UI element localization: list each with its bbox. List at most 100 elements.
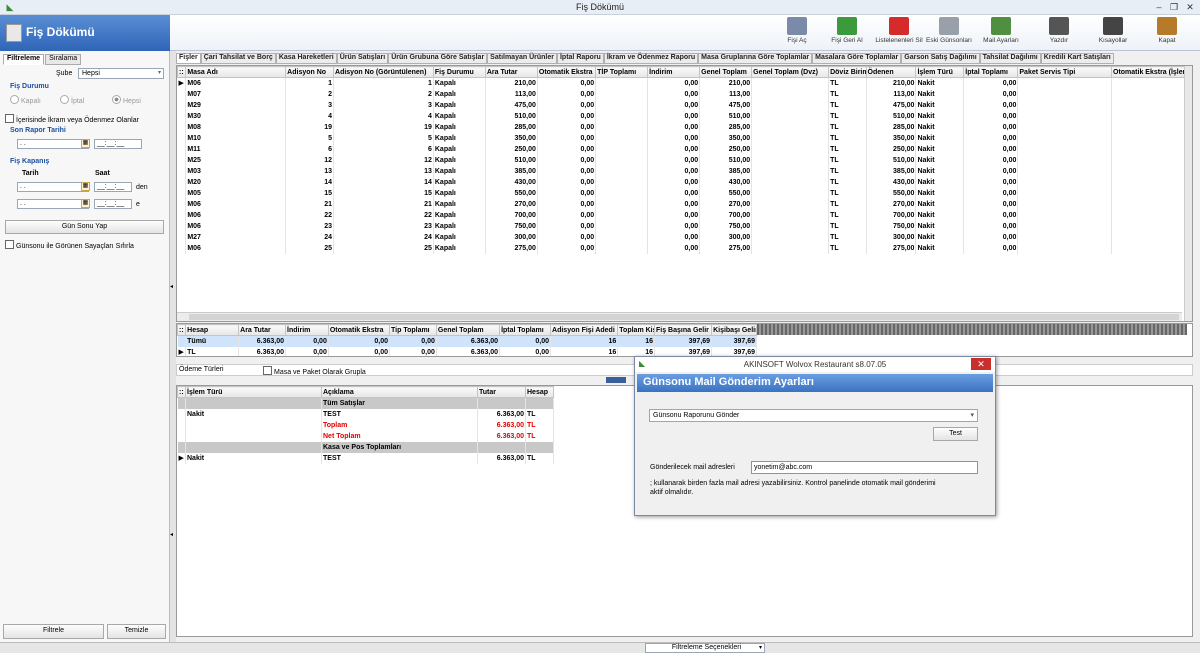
table-row[interactable]: M08 19 19 Kapalı 285,00 0,00 0,00 285,00 TL 285,0… [177,121,1192,133]
son-rapor-date[interactable]: . . [17,139,89,149]
column-header[interactable]: Otomatik Ekstra (İşlenen) [1111,66,1192,78]
toolbar-button-3[interactable]: Eski Günsonları [922,17,976,49]
column-header[interactable]: İndirim [647,66,701,78]
table-row[interactable]: M03 13 13 Kapalı 385,00 0,00 0,00 385,00 TL 385,0… [177,165,1192,177]
table-row[interactable]: M20 14 14 Kapalı 430,00 0,00 0,00 430,00 TL 430,0… [177,176,1192,188]
filter-options-select[interactable]: Filtreleme Seçenekleri ▾ [645,643,765,653]
radio-iptal[interactable]: İptal [60,95,84,105]
calendar-icon[interactable]: ▦ [81,139,90,148]
report-send-select[interactable]: Günsonu Raporunu Gönder ▾ [649,409,978,422]
toolbar-button-0[interactable]: Fişi Aç [770,17,824,49]
column-header[interactable]: Ödenen [865,66,917,78]
column-header[interactable]: Otomatik Ekstra [327,324,391,336]
column-header[interactable]: İptal Toplamı [963,66,1019,78]
vertical-scrollbar[interactable] [1184,66,1192,321]
column-header[interactable]: Ara Tutar [484,66,538,78]
tab-filtreleme[interactable]: Filtreleme [3,54,45,65]
tab-report-11[interactable]: Tahsilat Dağılımı [979,53,1041,64]
column-header[interactable]: Masa Adı [185,66,287,78]
column-header[interactable]: Genel Toplam (Dvz) [751,66,830,78]
table-row[interactable]: M27 24 24 Kapalı 300,00 0,00 0,00 300,00 TL 300,0… [177,231,1192,243]
column-header[interactable]: Ara Tutar [238,324,287,336]
kapanis-end-time[interactable]: __:__:__ [94,199,132,209]
tab-report-10[interactable]: Garson Satış Dağılımı [901,53,980,64]
table-row[interactable]: M11 6 6 Kapalı 250,00 0,00 0,00 250,00 TL 250,00 N… [177,143,1192,155]
column-header[interactable]: İşlem Türü [915,66,965,78]
toolbar-button-1[interactable]: Fişi Geri Al [820,17,874,49]
restore-icon[interactable]: ❐ [1167,1,1181,13]
tab-report-6[interactable]: İptal Raporu [556,53,604,64]
horizontal-scrollbar[interactable] [177,312,1182,321]
payment-row[interactable]: Nakit TEST 6.363,00 TL [177,408,554,420]
column-header[interactable]: TİP Toplamı [595,66,649,78]
column-header[interactable]: Tutar [477,386,526,398]
tab-report-3[interactable]: Ürün Satışları [336,53,389,64]
toolbar-button-2[interactable]: Listelenenleri Sil [872,17,926,49]
tab-report-5[interactable]: Satılmayan Ürünler [487,53,557,64]
test-button[interactable]: Test [933,427,978,441]
column-header[interactable]: Adisyon Fişi Adedi [550,324,619,336]
toolbar-button-7[interactable]: Kapat [1140,17,1194,49]
table-row[interactable]: M06 22 22 Kapalı 700,00 0,00 0,00 700,00 TL 700,0… [177,209,1192,221]
column-header[interactable]: Fiş Başına Gelir [653,324,713,336]
splitter-handle[interactable] [606,377,626,383]
table-row[interactable]: M10 5 5 Kapalı 350,00 0,00 0,00 350,00 TL 350,00 N… [177,132,1192,144]
radio-kapali[interactable]: Kapalı [10,95,41,105]
toolbar-button-5[interactable]: Yazdır [1032,17,1086,49]
table-row[interactable]: M29 3 3 Kapalı 475,00 0,00 0,00 475,00 TL 475,00 N… [177,99,1192,111]
group-checkbox[interactable]: Masa ve Paket Olarak Grupla [263,366,366,376]
table-row[interactable]: M25 12 12 Kapalı 510,00 0,00 0,00 510,00 TL 510,0… [177,154,1192,166]
toolbar-button-4[interactable]: Mail Ayarları [974,17,1028,49]
radio-hepsi[interactable]: Hepsi [112,95,141,105]
mail-addresses-input[interactable]: yonetim@abc.com [751,461,978,474]
tab-report-8[interactable]: Masa Gruplarına Göre Toplamlar [698,53,813,64]
gun-sonu-button[interactable]: Gün Sonu Yap [5,220,164,234]
column-header[interactable]: Döviz Birimi [828,66,867,78]
payment-row[interactable]: Toplam 6.363,00 TL [177,419,554,431]
tab-report-9[interactable]: Masalara Göre Toplamlar [812,53,902,64]
calendar-icon[interactable]: ▦ [81,199,90,208]
reset-counters-checkbox[interactable]: Günsonu ile Görünen Sayaçları Sıfırla [5,240,134,250]
column-header[interactable]: Kişibaşı Gelir [711,324,757,336]
column-header[interactable]: İptal Toplamı [499,324,552,336]
son-rapor-time[interactable]: __:__:__ [94,139,142,149]
payment-row[interactable]: Tüm Satışlar [177,397,554,409]
kapanis-start-time[interactable]: __:__:__ [94,182,132,192]
tab-report-2[interactable]: Kasa Hareketleri [275,53,337,64]
table-row[interactable]: M06 25 25 Kapalı 275,00 0,00 0,00 275,00 TL 275,0… [177,242,1192,254]
tab-siralama[interactable]: Sıralama [45,54,82,65]
tab-report-4[interactable]: Ürün Grubuna Göre Satışlar [388,53,488,64]
table-row[interactable]: M30 4 4 Kapalı 510,00 0,00 0,00 510,00 TL 510,00 N… [177,110,1192,122]
ikram-checkbox[interactable]: İçerisinde İkram veya Ödenmez Olanlar [5,114,139,124]
tab-report-7[interactable]: İkram ve Ödenmez Raporu [603,53,699,64]
column-header[interactable]: Otomatik Ekstra [536,66,597,78]
column-header[interactable]: Hesap [525,386,554,398]
column-header[interactable]: İşlem Türü [185,386,322,398]
column-header[interactable]: Fiş Durumu [432,66,486,78]
scroll-thumb[interactable] [189,314,1179,320]
dialog-close-icon[interactable]: ✕ [971,358,991,370]
column-header[interactable]: Genel Toplam [699,66,753,78]
column-header[interactable]: Toplam Kişi [617,324,655,336]
close-icon[interactable]: ✕ [1183,1,1197,13]
column-header[interactable]: İndirim [285,324,329,336]
column-header[interactable]: Paket Servis Tipi [1017,66,1112,78]
table-row[interactable]: M07 2 2 Kapalı 113,00 0,00 0,00 113,00 TL 113,00 N… [177,88,1192,100]
payment-row[interactable]: Net Toplam 6.363,00 TL [177,430,554,442]
summary-row[interactable]: Tümü 6.363,00 0,00 0,00 0,00 6.363,00 0,00 16 16… [177,335,757,347]
sube-select[interactable]: Hepsi ▾ [78,68,164,79]
column-header[interactable]: Genel Toplam [435,324,501,336]
column-header[interactable]: Açıklama [321,386,478,398]
tab-report-0[interactable]: Fişler [176,53,201,64]
column-header[interactable]: Adisyon No (Görüntülenen) [333,66,434,78]
calendar-icon[interactable]: ▦ [81,182,90,191]
kapanis-start-date[interactable]: . . [17,182,89,192]
filter-button[interactable]: Filtrele [3,624,104,639]
column-header[interactable]: Adisyon No [285,66,335,78]
column-header[interactable]: Tip Toplamı [389,324,437,336]
clear-button[interactable]: Temizle [107,624,166,639]
toolbar-button-6[interactable]: Kısayollar [1086,17,1140,49]
table-row[interactable]: M06 23 23 Kapalı 750,00 0,00 0,00 750,00 TL 750,0… [177,220,1192,232]
table-row[interactable]: ▶ M06 1 1 Kapalı 210,00 0,00 0,00 210,00 TL 210,00… [177,77,1192,89]
tab-report-1[interactable]: Çari Tahsilat ve Borç [200,53,276,64]
